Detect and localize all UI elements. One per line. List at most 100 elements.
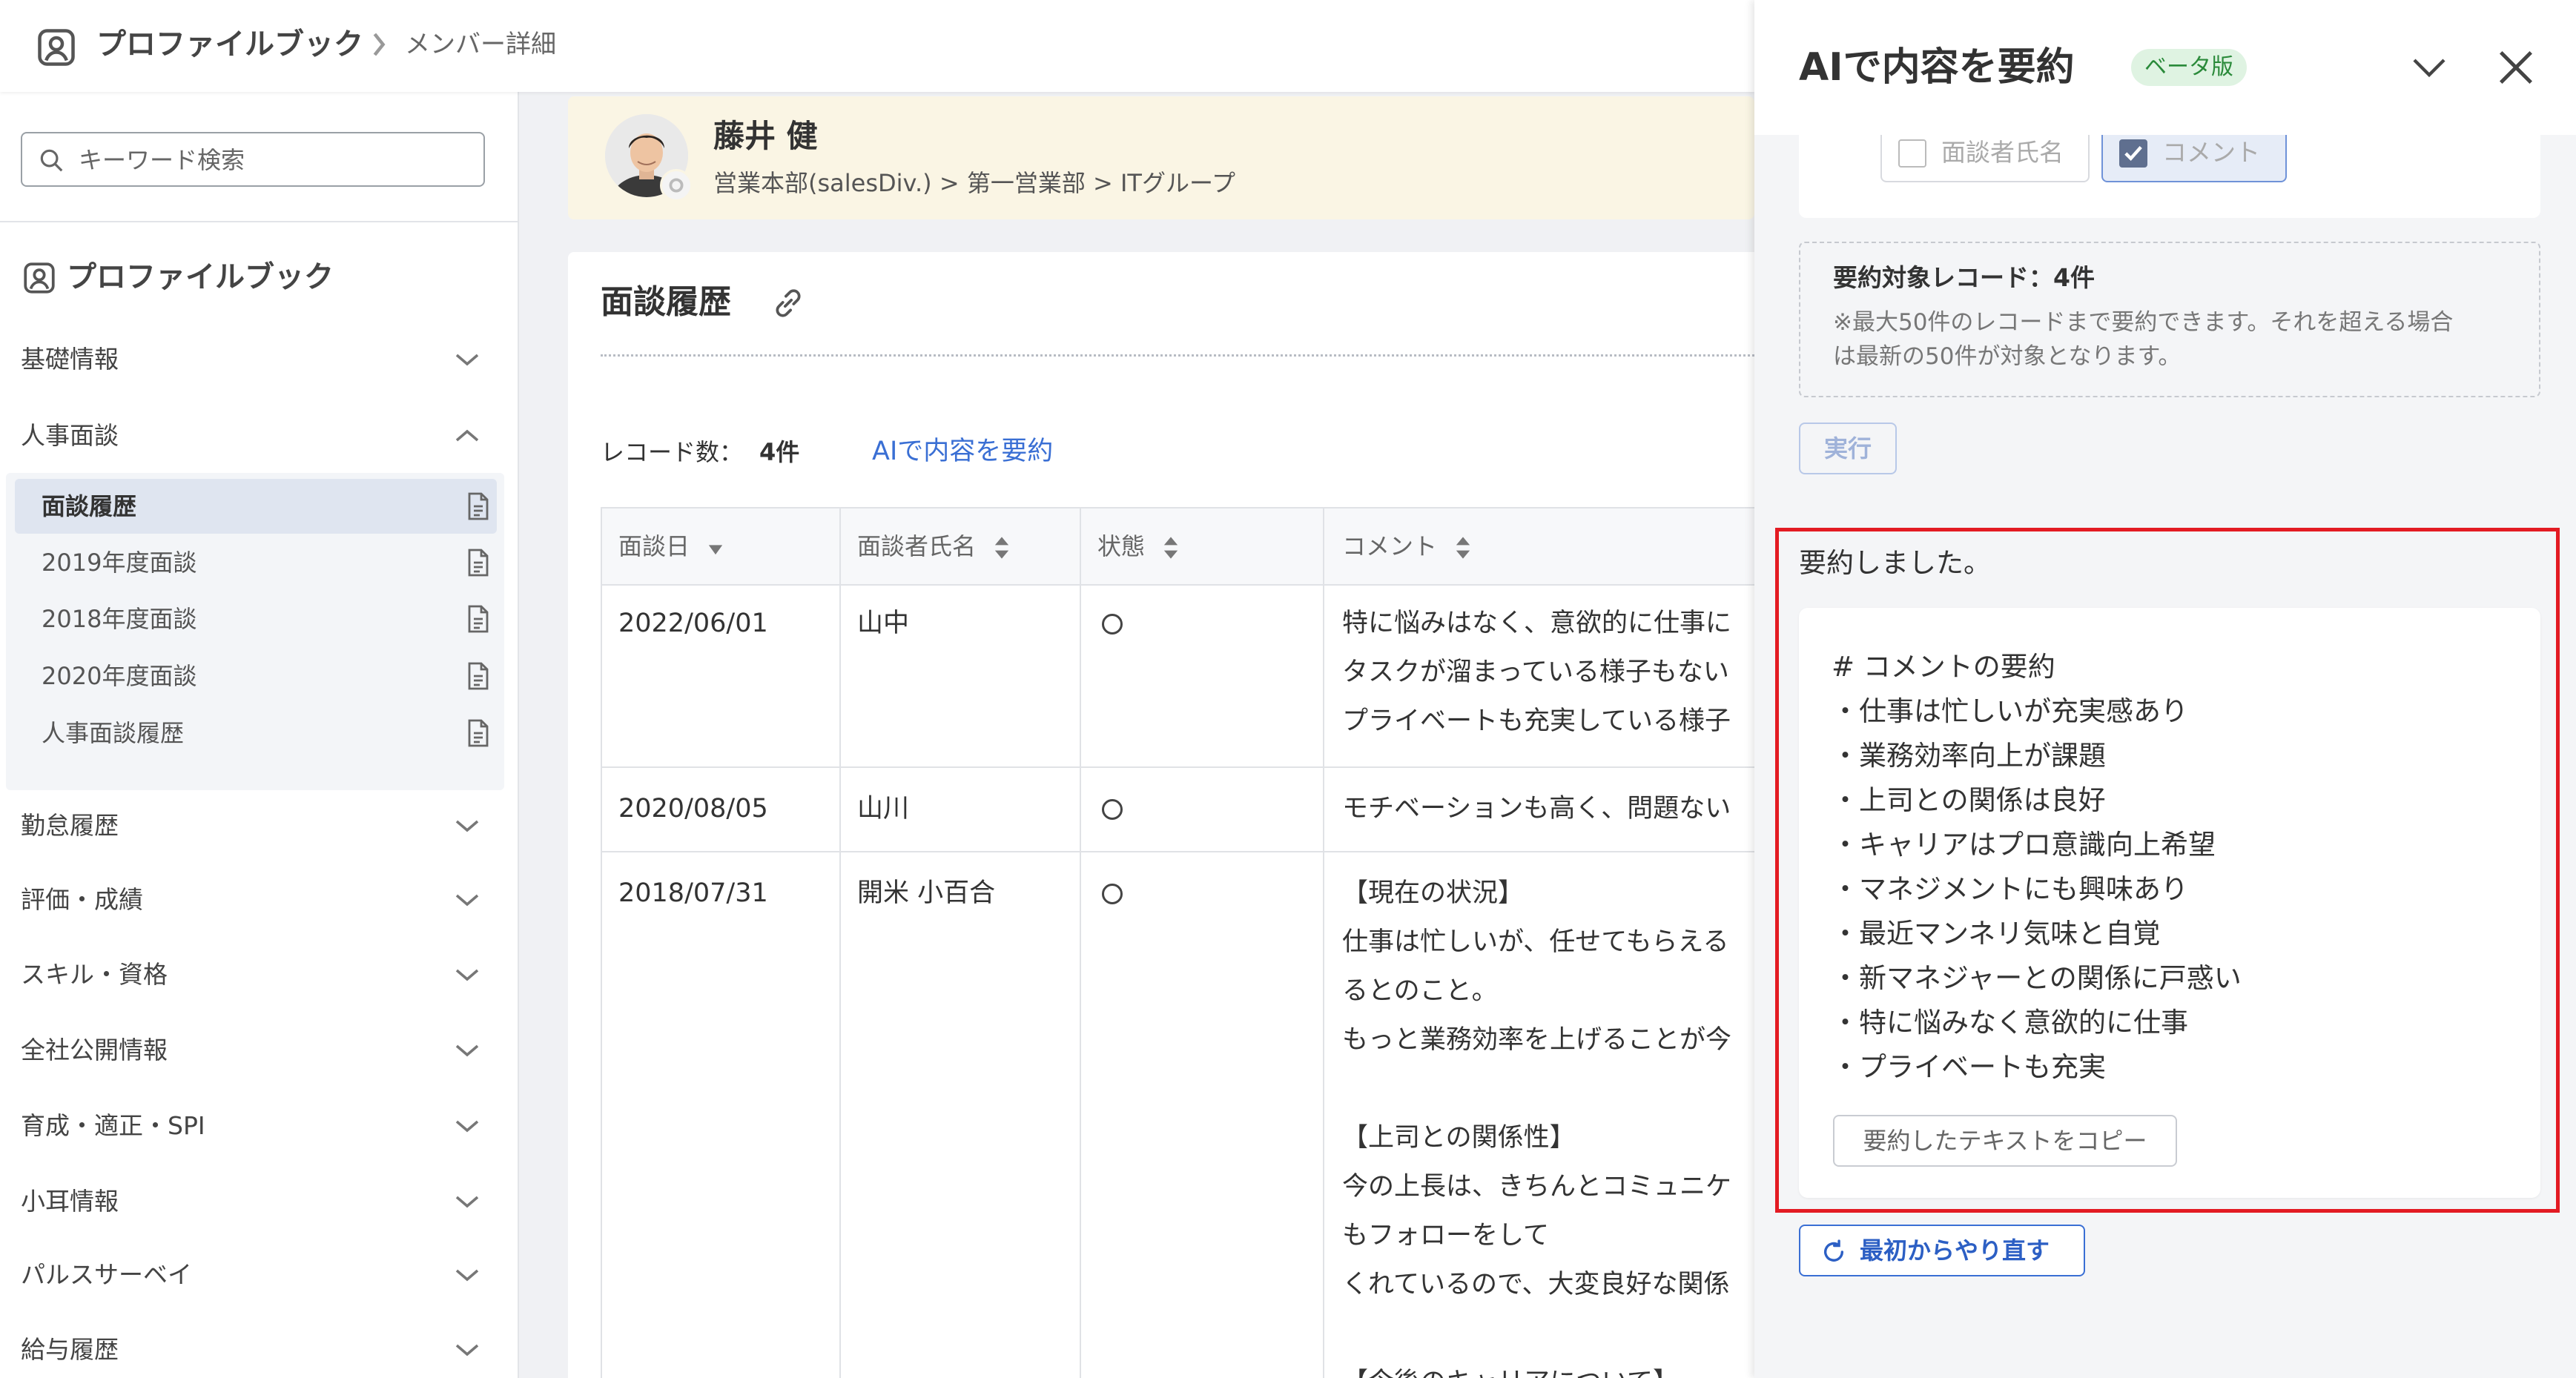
document-icon: [468, 605, 489, 633]
sidebar-item-notes[interactable]: 小耳情報: [0, 1176, 518, 1228]
cell-comment-line: 【今後のキャリアについて】: [1342, 1358, 1679, 1378]
chevron-down-icon: [455, 1044, 479, 1057]
beta-badge: ベータ版: [2131, 49, 2247, 86]
sidebar-subitem-2019[interactable]: 2019年度面談: [15, 535, 497, 590]
sidebar-item-skills[interactable]: スキル・資格: [0, 949, 518, 1001]
chevron-down-icon: [455, 1196, 479, 1208]
sidebar-header-label: プロファイルブック: [67, 260, 334, 294]
restart-button[interactable]: 最初からやり直す: [1799, 1225, 2085, 1276]
status-circle-mark: [1102, 884, 1123, 904]
table-border: [1323, 507, 1324, 1378]
record-count-label: レコード数：: [601, 438, 744, 466]
check-icon: [2124, 146, 2142, 162]
sidebar-item-label: 給与履歴: [21, 1335, 119, 1364]
gear-icon: [669, 178, 684, 193]
column-header-label: コメント: [1342, 532, 1438, 560]
info-note: は最新の50件が対象となります。: [1833, 343, 2182, 370]
cell-interviewer: 山中: [857, 609, 910, 638]
sidebar-item-label: 勤怠履歴: [21, 811, 119, 840]
sidebar-item-label: 評価・成績: [21, 885, 143, 914]
sidebar-item-basic-info[interactable]: 基礎情報: [0, 334, 518, 385]
cell-interviewer: 開米 小百合: [857, 878, 996, 908]
interview-history-card: 面談履歴 レコード数： 4件 AIで内容を要約 面談日 面談者氏名 状態 コメン…: [568, 252, 1754, 1378]
link-icon[interactable]: [770, 285, 807, 322]
panel-title: AIで内容を要約: [1799, 45, 2075, 90]
cell-comment-line: もフォローをして: [1342, 1221, 1549, 1251]
sidebar-item-label: 小耳情報: [21, 1187, 119, 1216]
section-title: 面談履歴: [601, 283, 731, 321]
checkbox-checked[interactable]: [2119, 139, 2147, 168]
sidebar-divider: [0, 221, 518, 222]
checkbox[interactable]: [1898, 139, 1926, 168]
column-header-interviewer[interactable]: 面談者氏名: [857, 507, 1010, 586]
chevron-down-icon: [455, 894, 479, 907]
breadcrumb-current: メンバー詳細: [405, 30, 556, 59]
cell-comment-line: るとのこと。: [1342, 976, 1498, 1006]
app-name-breadcrumb[interactable]: プロファイルブック: [96, 22, 363, 67]
avatar-status-badge: [660, 169, 693, 202]
summary-target-info: 要約対象レコード：4件 ※最大50件のレコードまで要約できます。それを超える場合…: [1799, 242, 2540, 397]
column-header-date[interactable]: 面談日: [618, 507, 724, 586]
section-divider: [601, 354, 1754, 357]
cell-date: 2018/07/31: [618, 878, 768, 908]
profile-card: 藤井 健 営業本部(salesDiv.) > 第一営業部 > ITグループ: [568, 96, 1754, 219]
chevron-up-icon: [455, 429, 479, 442]
search-icon: [40, 149, 63, 172]
document-icon: [468, 549, 489, 577]
sidebar-item-label: スキル・資格: [21, 960, 168, 989]
sidebar-item-evaluation[interactable]: 評価・成績: [0, 874, 518, 926]
interview-table: 面談日 面談者氏名 状態 コメント 2022/06/01 山中 特に悩みはなく、…: [601, 507, 1754, 1378]
cell-comment-line: 【現在の状況】: [1342, 878, 1525, 908]
profile-department: 営業本部(salesDiv.) > 第一営業部 > ITグループ: [713, 169, 1236, 197]
sidebar-item-label: パルスサーベイ: [21, 1260, 192, 1289]
cell-comment-line: 特に悩みはなく、意欲的に仕事に: [1342, 609, 1732, 638]
sidebar-item-public-info[interactable]: 全社公開情報: [0, 1024, 518, 1076]
status-circle-mark: [1102, 799, 1123, 820]
table-border: [1080, 507, 1081, 1378]
sidebar-item-hr-interview[interactable]: 人事面談: [0, 410, 518, 462]
cell-comment-line: プライベートも充実している様子: [1342, 706, 1731, 736]
search-box[interactable]: [21, 132, 485, 187]
cell-comment-line: 【上司との関係性】: [1342, 1123, 1576, 1153]
sidebar-item-attendance[interactable]: 勤怠履歴: [0, 800, 518, 852]
search-input[interactable]: [77, 139, 473, 181]
sidebar-subitem-label: 2019年度面談: [42, 549, 197, 577]
sidebar-subitem-label: 2018年度面談: [42, 605, 197, 633]
top-bar: プロファイルブック メンバー詳細: [0, 0, 1754, 92]
hr-interview-submenu: 面談履歴 2019年度面談 2018年度面談 2020年度面談 人事面談履歴: [6, 473, 504, 790]
document-icon: [468, 492, 489, 520]
chevron-right-icon: [373, 33, 386, 56]
sidebar-subitem-label: 2020年度面談: [42, 662, 197, 690]
chevron-down-icon: [455, 820, 479, 832]
cell-comment-line: 今の上長は、きちんとコミュニケ: [1342, 1172, 1732, 1202]
refresh-icon: [1823, 1239, 1844, 1262]
sidebar: プロファイルブック 基礎情報 人事面談 面談履歴 2019年度面談 2018年度…: [0, 92, 519, 1378]
column-header-label: 面談日: [618, 532, 690, 560]
sidebar-subitem-interview-history[interactable]: 面談履歴: [15, 479, 497, 534]
ai-summarize-link[interactable]: AIで内容を要約: [872, 434, 1053, 468]
sidebar-item-training[interactable]: 育成・適正・SPI: [0, 1100, 518, 1152]
table-border: [601, 507, 602, 1378]
column-header-comment[interactable]: コメント: [1342, 507, 1471, 586]
sort-desc-icon: [709, 545, 723, 555]
chevron-down-icon[interactable]: [2408, 49, 2450, 86]
cell-comment-line: モチベーションも高く、問題ない: [1342, 794, 1731, 824]
column-header-status[interactable]: 状態: [1097, 507, 1179, 586]
column-header-label: 状態: [1097, 532, 1146, 560]
sidebar-subitem-2018[interactable]: 2018年度面談: [15, 592, 497, 646]
sidebar-item-pulse-survey[interactable]: パルスサーベイ: [0, 1249, 518, 1301]
close-icon[interactable]: [2496, 47, 2536, 87]
sidebar-item-salary[interactable]: 給与履歴: [0, 1324, 518, 1376]
highlight-box: [1775, 528, 2560, 1213]
sidebar-subitem-hr-history[interactable]: 人事面談履歴: [15, 706, 497, 761]
sort-icon: [995, 537, 1009, 559]
sidebar-subitem-label: 面談履歴: [42, 492, 137, 520]
table-border: [839, 507, 841, 1378]
run-button[interactable]: 実行: [1799, 423, 1897, 474]
table-border: [601, 851, 1754, 852]
sidebar-subitem-2020[interactable]: 2020年度面談: [15, 649, 497, 703]
cell-comment-line: 仕事は忙しいが、任せてもらえる: [1342, 927, 1729, 957]
table-border: [601, 766, 1754, 768]
info-note: ※最大50件のレコードまで要約できます。それを超える場合: [1833, 309, 2454, 336]
document-icon: [468, 719, 489, 747]
